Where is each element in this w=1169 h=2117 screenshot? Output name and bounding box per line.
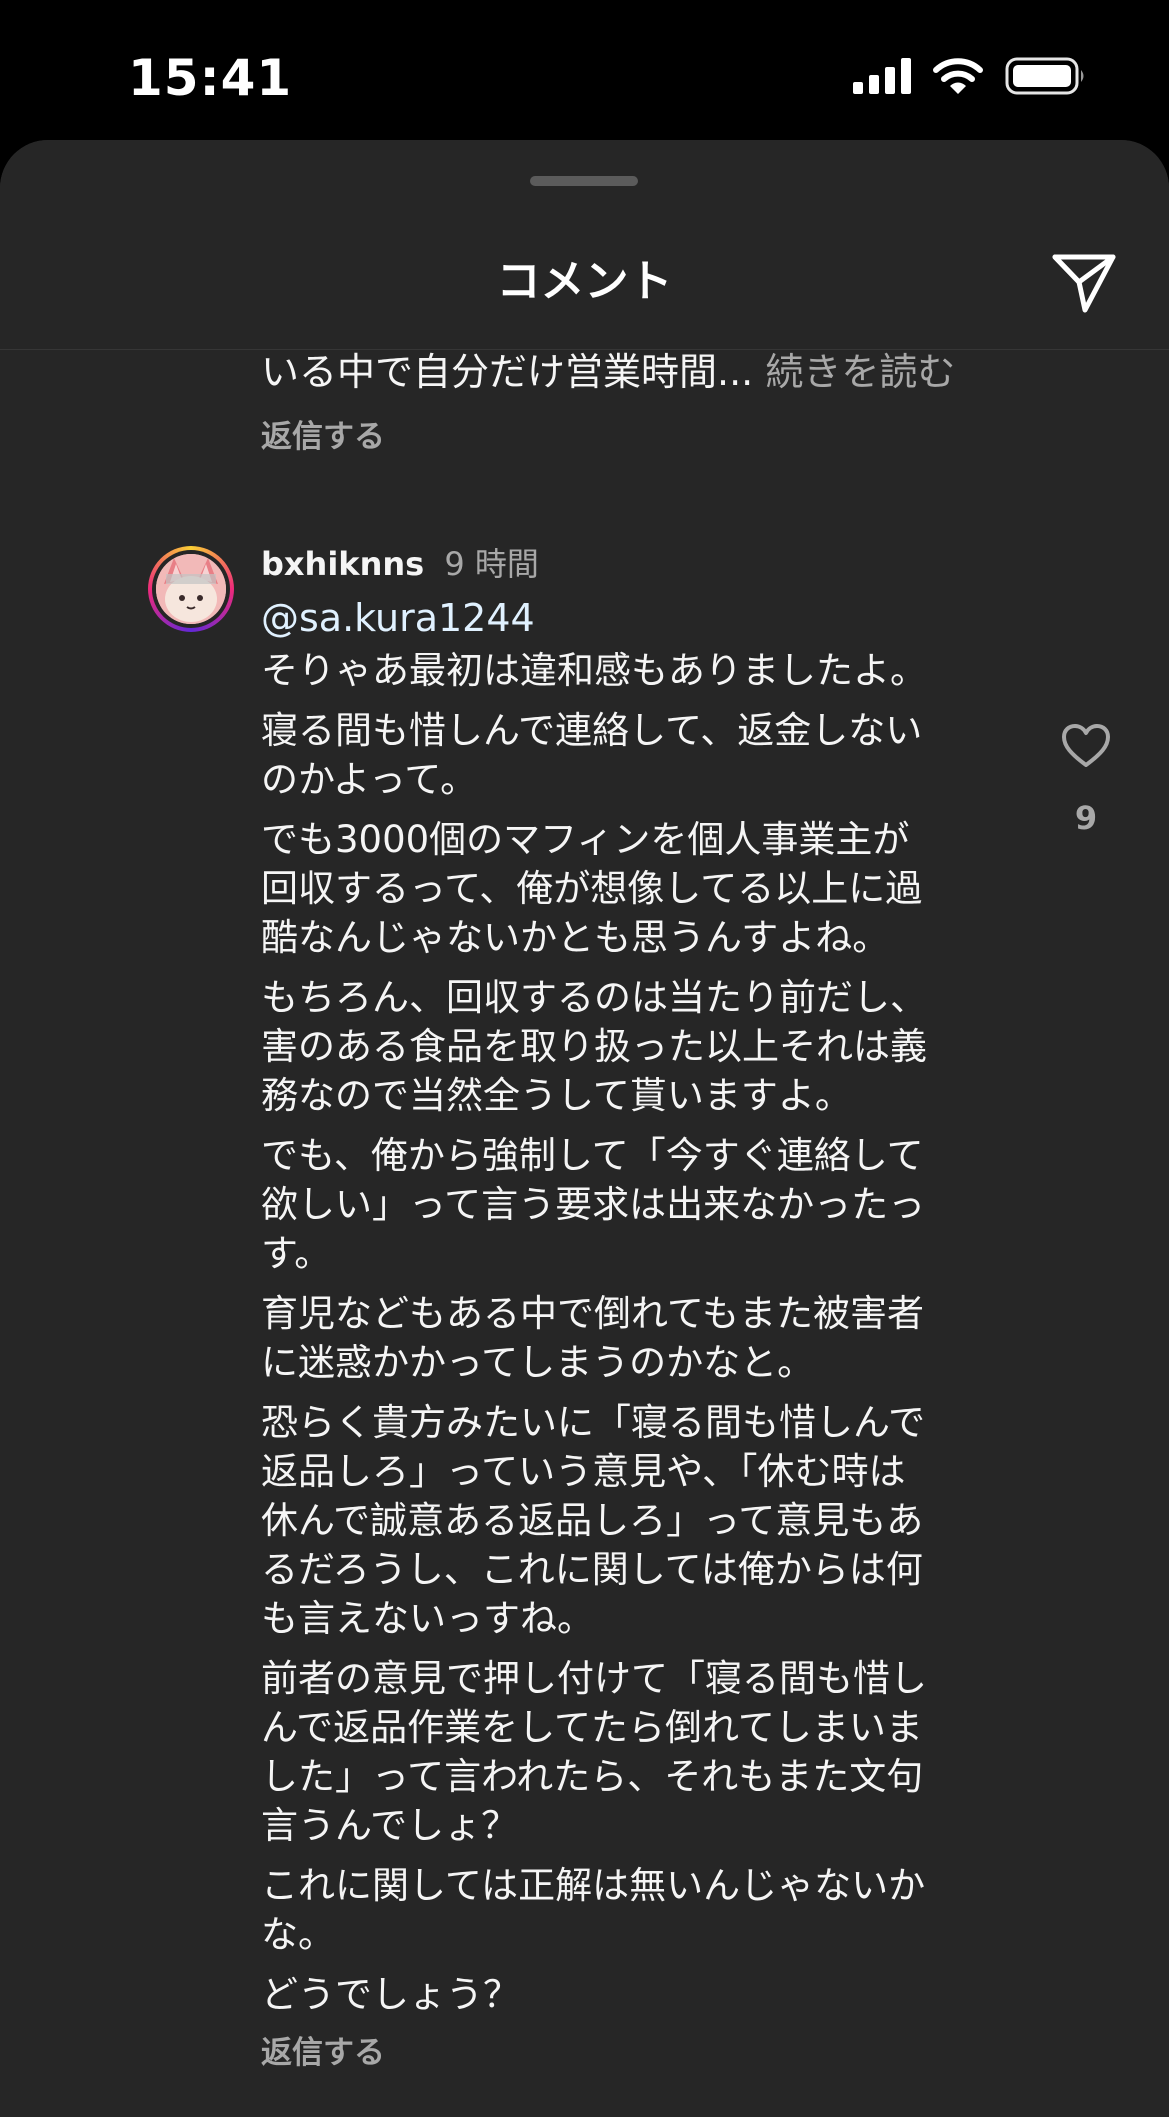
comment-paragraph: 寝る間も惜しんで連絡して、返金しない のかよって。	[261, 709, 923, 801]
status-bar: 15:41	[0, 0, 1169, 140]
comment-paragraph: でも3000個のマフィンを個人事業主が 回収するって、俺が想像してる以上に過 酷…	[261, 818, 923, 959]
comment-paragraph: 前者の意見で押し付けて「寝る間も惜し んで返品作業をしてたら倒れてしまいま した…	[261, 1657, 927, 1847]
comment-paragraph: これに関しては正解は無いんじゃないか な。	[261, 1864, 926, 1956]
sheet-header: コメント	[0, 140, 1169, 350]
comment-reply-button[interactable]: 返信する	[261, 2033, 981, 2073]
sheet-title: コメント	[496, 256, 673, 307]
read-more-link[interactable]: 続きを読む	[765, 350, 955, 394]
comment-meta: bxhiknns 9 時間	[261, 542, 981, 586]
comment-paragraph: でも、俺から強制して「今すぐ連絡して 欲しい」って言う要求は出来なかったっ す。	[261, 1134, 926, 1275]
previous-reply-button[interactable]: 返信する	[261, 417, 385, 457]
status-icons	[853, 56, 1087, 100]
comments-sheet: コメント いる中で自分だけ営業時間... 続きを読む 返信する bxhiknns…	[0, 140, 1169, 2117]
avatar[interactable]	[148, 546, 234, 632]
comment-paragraph: そりゃあ最初は違和感もありましたよ。	[261, 649, 927, 692]
like-count: 9	[1074, 799, 1098, 837]
comments-list: いる中で自分だけ営業時間... 続きを読む 返信する bxhiknns 9 時間…	[0, 350, 1169, 2117]
comment-username[interactable]: bxhiknns	[261, 545, 424, 583]
heart-outline-icon	[1061, 723, 1111, 773]
comment-paragraph: どうでしょう？	[261, 1973, 520, 2016]
comment-paragraph: 恐らく貴方みたいに「寝る間も惜しんで 返品しろ」っていう意見や、「休む時は 休ん…	[261, 1401, 926, 1640]
paper-plane-icon	[1051, 252, 1117, 318]
comment-paragraph: もちろん、回収するのは当たり前だし、 害のある食品を取り扱った以上それは義 務な…	[261, 976, 927, 1117]
like-button[interactable]	[1058, 722, 1114, 774]
sheet-grabber[interactable]	[530, 176, 638, 186]
share-button[interactable]	[1049, 250, 1119, 320]
battery-icon	[1005, 56, 1087, 100]
comment: bxhiknns 9 時間 @sa.kura1244 そりゃあ最初は違和感もあり…	[261, 542, 981, 2073]
previous-comment-truncated: いる中で自分だけ営業時間...	[261, 350, 754, 394]
comment-paragraph: 育児などもある中で倒れてもまた被害者 に迷惑かかってしまうのかなと。	[261, 1292, 925, 1384]
avatar-image	[156, 554, 226, 624]
comment-mention[interactable]: @sa.kura1244	[261, 592, 981, 644]
previous-comment-text: いる中で自分だけ営業時間... 続きを読む	[261, 346, 955, 398]
comment-time: 9 時間	[444, 545, 539, 583]
status-time: 15:41	[128, 49, 293, 107]
wifi-icon	[933, 57, 983, 99]
signal-icon	[853, 58, 911, 98]
